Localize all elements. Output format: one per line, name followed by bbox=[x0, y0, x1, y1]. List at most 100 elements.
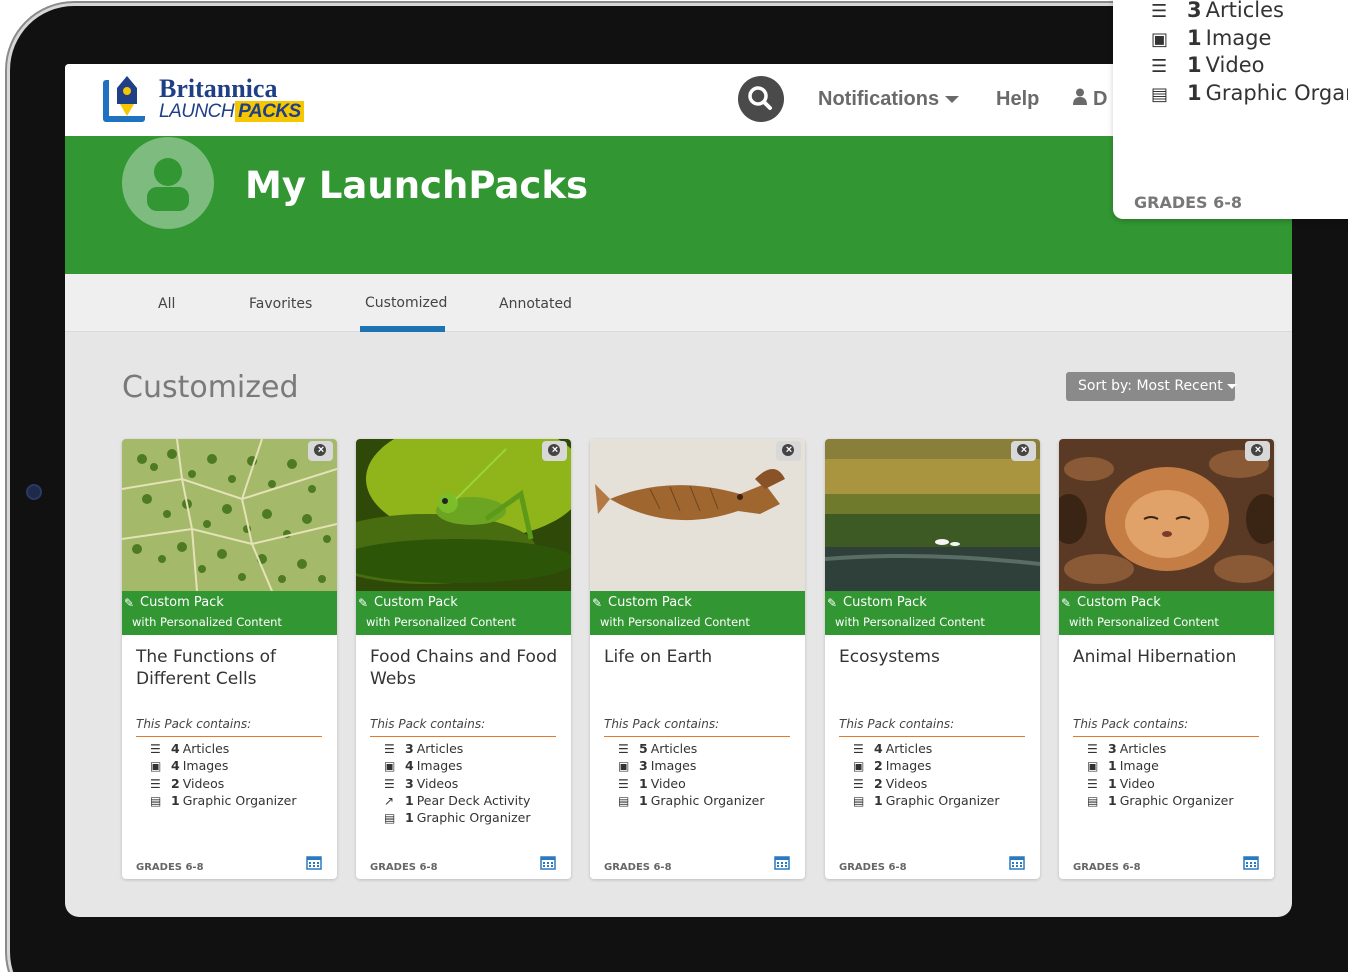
calendar-icon[interactable] bbox=[540, 855, 556, 870]
card-image-grasshopper bbox=[356, 439, 571, 591]
contains-list: ☰ 5 Articles ▣ 3 Images ☰ 1 Video ▤ 1 Graphic Or… bbox=[618, 741, 765, 810]
item-count: 2 bbox=[874, 758, 883, 774]
list-item: ▤ 1Graphic Organi bbox=[1151, 80, 1348, 109]
contains-list: ☰ 3 Articles ▣ 4 Images ☰ 3 Videos ↗ 1 Pear Deck… bbox=[384, 741, 531, 827]
logo-subtitle: LAUNCH PACKS bbox=[159, 101, 304, 123]
calendar-icon[interactable] bbox=[774, 855, 790, 870]
grades-label: GRADES 6-8 bbox=[1073, 862, 1141, 873]
custom-pack-sublabel: with Personalized Content bbox=[132, 615, 282, 629]
page-title: My LaunchPacks bbox=[245, 164, 588, 207]
close-icon: × bbox=[551, 444, 559, 456]
item-count: 1 bbox=[874, 792, 883, 808]
custom-pack-text: Custom Pack bbox=[1077, 595, 1161, 610]
list-item: ▤ 1 Graphic Organizer bbox=[384, 810, 531, 827]
wrench-icon: ✎ bbox=[592, 596, 603, 610]
image-icon: ▣ bbox=[853, 759, 865, 774]
tab-customized[interactable]: Customized bbox=[365, 295, 447, 311]
tab-annotated[interactable]: Annotated bbox=[499, 296, 572, 312]
wrench-icon: ✎ bbox=[827, 596, 838, 610]
tab-favorites[interactable]: Favorites bbox=[249, 296, 312, 312]
item-count: 1 bbox=[1187, 25, 1202, 50]
item-label: Video bbox=[1205, 53, 1265, 77]
britannica-launchpacks-logo[interactable]: Britannica LAUNCH PACKS bbox=[103, 74, 304, 126]
chevron-down-icon bbox=[945, 96, 960, 104]
item-count: 1 bbox=[1187, 80, 1202, 105]
launchpack-card[interactable]: × ✎ Custom Pack with Personalized Content… bbox=[356, 439, 571, 879]
caret-down-icon bbox=[1226, 383, 1237, 389]
list-item: ▣ 4 Images bbox=[384, 758, 531, 775]
remove-card-button[interactable]: × bbox=[776, 441, 801, 461]
list-item: ☰ 3 Articles bbox=[1151, 0, 1348, 26]
search-button[interactable] bbox=[738, 76, 784, 122]
launchpack-card[interactable]: × ✎ Custom Pack with Personalized Content… bbox=[1059, 439, 1274, 879]
wrench-icon: ✎ bbox=[124, 596, 135, 610]
card-title[interactable]: Food Chains and Food Webs bbox=[370, 646, 565, 690]
launchpack-card[interactable]: × ✎ Custom Pack with Personalized Content… bbox=[590, 439, 805, 879]
top-navbar: Britannica LAUNCH PACKS Notifications Hel… bbox=[65, 64, 1292, 136]
remove-card-button[interactable]: × bbox=[308, 441, 333, 461]
remove-card-button[interactable]: × bbox=[1245, 441, 1270, 461]
user-menu[interactable]: D bbox=[1073, 88, 1107, 111]
logo-launch-text: LAUNCH bbox=[159, 101, 235, 122]
item-label: Images bbox=[650, 758, 697, 774]
list-item: ☰ 4 Articles bbox=[150, 741, 297, 758]
card-title[interactable]: Ecosystems bbox=[839, 646, 1034, 668]
custom-pack-label: ✎ Custom Pack bbox=[1061, 595, 1161, 610]
item-label: Videos bbox=[885, 775, 928, 791]
notifications-menu[interactable]: Notifications bbox=[818, 88, 960, 111]
sort-label: Sort by: Most Recent bbox=[1078, 378, 1223, 394]
calendar-icon[interactable] bbox=[306, 855, 322, 870]
item-label: Graphic Organi bbox=[1205, 80, 1348, 105]
custom-pack-label: ✎ Custom Pack bbox=[124, 595, 224, 610]
custom-pack-sublabel: with Personalized Content bbox=[600, 615, 750, 629]
list-item: ▤ 1 Graphic Organizer bbox=[1087, 793, 1234, 810]
zoomed-pack-contents-popover: ☰ 3 Articles ▣ 1 Image ☰ 1 Video ▤ 1 Graphic Org… bbox=[1113, 0, 1348, 219]
item-label: Image bbox=[1205, 25, 1272, 50]
launchpack-card[interactable]: × ✎ Custom Pack with Personalized Content… bbox=[825, 439, 1040, 879]
item-count: 1 bbox=[1108, 758, 1117, 774]
item-label: Images bbox=[416, 758, 463, 774]
contains-list: ☰ 3 Articles ▣ 1 Image ☰ 1 Video ▤ 1 Graphic Org… bbox=[1087, 741, 1234, 810]
contains-label: This Pack contains: bbox=[604, 717, 720, 731]
list-icon: ☰ bbox=[384, 742, 395, 756]
item-label: Articles bbox=[1205, 0, 1284, 22]
card-image-fish-fossil bbox=[590, 439, 805, 591]
sort-dropdown[interactable]: Sort by: Most Recent bbox=[1066, 372, 1237, 401]
item-count: 2 bbox=[874, 775, 883, 791]
list-icon: ☰ bbox=[384, 776, 395, 791]
tab-all[interactable]: All bbox=[158, 296, 175, 312]
divider bbox=[136, 736, 322, 737]
calendar-icon[interactable] bbox=[1009, 855, 1025, 870]
user-icon bbox=[1073, 88, 1087, 111]
item-count: 3 bbox=[405, 741, 414, 756]
help-link[interactable]: Help bbox=[996, 88, 1039, 111]
list-item: ▤ 1 Graphic Organizer bbox=[618, 793, 765, 810]
page-banner: My LaunchPacks bbox=[65, 136, 1292, 274]
list-item: ▤ 1 Graphic Organizer bbox=[853, 793, 1000, 810]
item-label: Graphic Organizer bbox=[885, 792, 1000, 808]
list-item: ▣ 1 Image bbox=[1087, 758, 1234, 775]
document-icon: ▤ bbox=[618, 793, 630, 808]
contains-label: This Pack contains: bbox=[1073, 717, 1189, 731]
card-title[interactable]: Life on Earth bbox=[604, 646, 799, 668]
custom-pack-banner: ✎ Custom Pack with Personalized Content bbox=[356, 591, 571, 635]
card-title[interactable]: Animal Hibernation bbox=[1073, 646, 1268, 668]
item-label: Articles bbox=[650, 741, 698, 756]
launchpack-card[interactable]: × ✎ Custom Pack with Personalized Content… bbox=[122, 439, 337, 879]
section-title: Customized bbox=[122, 370, 299, 405]
wrench-icon: ✎ bbox=[358, 596, 369, 610]
close-icon: × bbox=[1020, 444, 1028, 456]
card-title[interactable]: The Functions of Different Cells bbox=[136, 646, 331, 690]
calendar-icon[interactable] bbox=[1243, 855, 1259, 870]
list-item: ▣ 1 Image bbox=[1151, 25, 1348, 54]
logo-packs-text: PACKS bbox=[235, 101, 304, 122]
remove-card-button[interactable]: × bbox=[1011, 441, 1036, 461]
avatar bbox=[122, 137, 214, 229]
list-icon: ☰ bbox=[853, 742, 864, 756]
image-icon: ▣ bbox=[150, 759, 162, 774]
card-image-dormouse bbox=[1059, 439, 1274, 591]
divider bbox=[604, 736, 790, 737]
active-tab-indicator bbox=[360, 326, 445, 332]
item-label: Articles bbox=[885, 741, 933, 756]
remove-card-button[interactable]: × bbox=[542, 441, 567, 461]
